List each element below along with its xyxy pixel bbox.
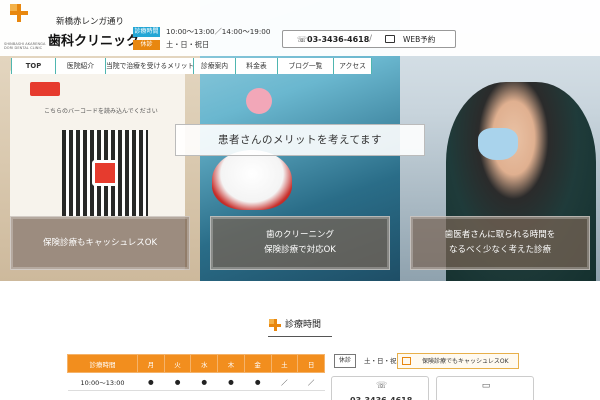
schedule-cell: ● [164,372,191,391]
schedule-header: 土 [270,354,299,373]
feature-line: なるべく少なく考えた診療 [448,245,551,255]
main-nav: TOP 医院紹介 当院で治療を受けるメリット 診療案内 料金表 ブログ一覧 アク… [11,58,373,74]
nav-item-pricing[interactable]: 料金表 [235,58,277,74]
nav-item-top[interactable]: TOP [11,58,55,74]
schedule-header: 診療時間 [67,354,138,373]
schedule-header: 水 [190,354,219,373]
nav-item-merits[interactable]: 当院で治療を受けるメリット [105,58,194,74]
contact-box: ☏ 03-3436-4618 / WEB予約 [282,30,456,48]
logo-title[interactable]: 歯科クリニック [48,30,139,49]
table-row: 10:00～13:00 ● ● ● ● ● ／ ／ [67,372,325,391]
schedule-header: 火 [163,354,192,373]
nav-item-access[interactable]: アクセス [333,58,371,74]
feature-line: 歯医者さんに取られる時間を [444,230,556,240]
web-reservation-card[interactable]: ▭ [436,376,534,400]
feature-cleaning[interactable]: 歯のクリーニング 保険診療で対応OK [210,216,390,270]
card-icon [402,357,411,365]
web-reservation-link[interactable]: WEB予約 [403,34,435,45]
phone-icon: ☏ [297,35,308,44]
feature-line: 保険診療で対応OK [264,245,336,255]
section-logo-icon [269,319,281,331]
nav-item-services[interactable]: 診療案内 [193,58,235,74]
schedule-header: 日 [297,354,325,373]
nav-item-about[interactable]: 医院紹介 [55,58,105,74]
cashless-banner: 保険診療でもキャッシュレスOK [397,353,519,369]
cashless-text: 保険診療でもキャッシュレスOK [422,358,509,365]
schedule-table: 診療時間 月 火 水 木 金 土 日 10:00～13:00 ● ● ● ● ●… [67,354,325,391]
surgical-mask-icon [478,128,518,160]
schedule-header-row: 診療時間 月 火 水 木 金 土 日 [67,354,325,373]
qr-center-logo-icon [92,160,118,186]
phone-card[interactable]: ☏ 03-3436-4618 [331,376,429,400]
feature-time-saving[interactable]: 歯医者さんに取られる時間を なるべく少なく考えた診療 [410,216,590,270]
hours-text: 10:00～13:00／14:00～19:00 [166,27,271,36]
phone-icon: ☏ [376,381,388,391]
closed-text: 土・日・祝日 [166,40,210,49]
section-title-text: 診療時間 [285,320,322,330]
logo-english: SHINBASHI AKARENGA DORI DENTAL CLINIC [4,42,46,50]
feature-line: 保険診療もキャッシュレスOK [42,237,158,248]
phone-card-number[interactable]: 03-3436-4618 [350,396,412,400]
feature-cashless[interactable]: 保険診療もキャッシュレスOK [10,216,190,270]
hours-label: 診療時間 [133,27,160,37]
schedule-cell: ● [137,372,165,391]
closed-legend-text: 土・日・祝 [364,357,397,365]
site-header: SHINBASHI AKARENGA DORI DENTAL CLINIC 新橋… [0,0,600,56]
closed-legend-box: 休診 [334,354,356,368]
monitor-icon: ▭ [481,381,491,391]
teeth-image [212,150,292,210]
schedule-cell: ● [244,372,272,391]
logo-subtitle: 新橋赤レンガ通り [56,17,125,27]
schedule-cell: ● [217,372,245,391]
monitor-icon [385,35,395,43]
schedule-cell: ／ [297,372,325,391]
schedule-cell: 10:00～13:00 [67,372,138,391]
closed-label: 休診 [133,40,160,50]
schedule-header: 木 [217,354,245,373]
schedule-cell: ／ [271,372,298,391]
nav-divider [371,58,372,74]
divider: / [369,34,373,44]
clinic-logo-icon[interactable] [10,4,28,22]
paypay-logo-icon [30,82,60,96]
paypay-caption: こちらのバーコードを読み込んでください [44,108,158,115]
feature-line: 歯のクリーニング [265,230,334,240]
schedule-cell: ● [190,372,218,391]
section-title: 診療時間 [268,317,332,337]
schedule-header: 月 [137,354,165,373]
phone-link[interactable]: 03-3436-4618 [307,34,369,45]
polishing-brush-icon [246,88,272,114]
nav-item-blog[interactable]: ブログ一覧 [277,58,333,74]
schedule-header: 金 [243,354,272,373]
hero-tagline: 患者さんのメリットを考えてます [175,124,425,156]
